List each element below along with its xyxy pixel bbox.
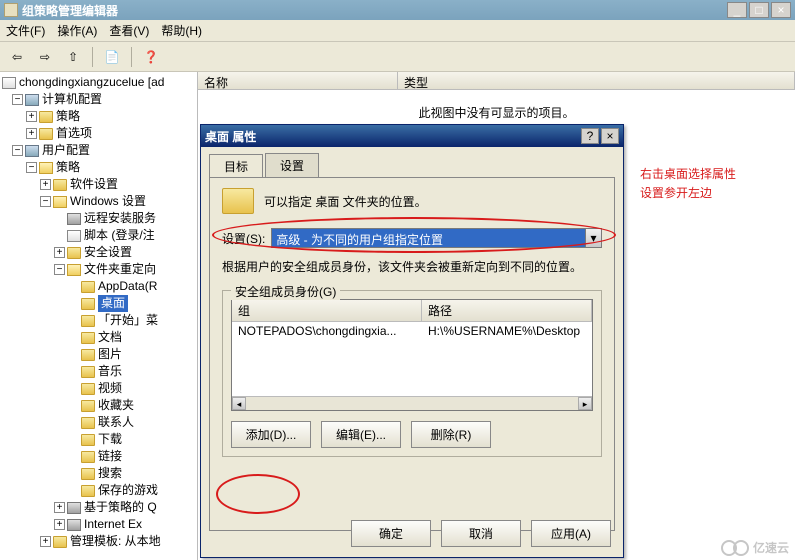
tree-folderredir[interactable]: −文件夹重定向	[2, 261, 197, 278]
properties-dialog: 桌面 属性 ? × 目标 设置 可以指定 桌面 文件夹的位置。 设置(S): 高…	[200, 124, 624, 558]
app-icon	[4, 3, 18, 17]
tree-searches[interactable]: 搜索	[2, 465, 197, 482]
row-group: NOTEPADOS\chongdingxia...	[238, 324, 428, 338]
tree-savedgames[interactable]: 保存的游戏	[2, 482, 197, 499]
close-button[interactable]: ×	[771, 2, 791, 18]
annotation-text: 右击桌面选择属性 设置参开左边	[640, 165, 736, 203]
dialog-tabs: 目标 设置	[201, 147, 623, 177]
col-group[interactable]: 组	[232, 300, 422, 321]
h-scrollbar[interactable]: ◂ ▸	[232, 396, 592, 410]
fieldset-legend: 安全组成员身份(G)	[231, 283, 340, 300]
setting-label: 设置(S):	[222, 230, 265, 247]
tree-policyqos[interactable]: +基于策略的 Q	[2, 499, 197, 516]
tab-target[interactable]: 目标	[209, 154, 263, 178]
tree-links[interactable]: 链接	[2, 448, 197, 465]
menu-view[interactable]: 查看(V)	[109, 22, 149, 39]
edit-button[interactable]: 编辑(E)...	[321, 421, 401, 448]
tree-root[interactable]: chongdingxiangzucelue [ad	[2, 74, 197, 91]
tree-music[interactable]: 音乐	[2, 363, 197, 380]
refresh-button[interactable]: 📄	[101, 46, 123, 68]
scroll-right-icon[interactable]: ▸	[578, 397, 592, 410]
col-name[interactable]: 名称	[198, 72, 398, 89]
tree-downloads[interactable]: 下载	[2, 431, 197, 448]
menu-help[interactable]: 帮助(H)	[161, 22, 202, 39]
tree-pane: chongdingxiangzucelue [ad −计算机配置 +策略 +首选…	[0, 72, 198, 560]
tree-remoteinst[interactable]: 远程安装服务	[2, 210, 197, 227]
apply-button[interactable]: 应用(A)	[531, 520, 611, 547]
tree-ie[interactable]: +Internet Ex	[2, 516, 197, 533]
menu-action[interactable]: 操作(A)	[57, 22, 97, 39]
tree-user-cfg[interactable]: −用户配置	[2, 142, 197, 159]
tree-windows[interactable]: −Windows 设置	[2, 193, 197, 210]
back-button[interactable]: ⇦	[6, 46, 28, 68]
setting-desc: 根据用户的安全组成员身份，该文件夹会被重新定向到不同的位置。	[222, 258, 602, 276]
tree-admin[interactable]: +管理模板: 从本地	[2, 533, 197, 550]
chevron-down-icon[interactable]: ▾	[585, 229, 601, 247]
row-path: H:\%USERNAME%\Desktop	[428, 324, 586, 338]
group-listview[interactable]: 组 路径 NOTEPADOS\chongdingxia... H:\%USERN…	[231, 299, 593, 411]
folder-icon	[222, 188, 254, 214]
tree-appdata[interactable]: AppData(R	[2, 278, 197, 295]
setting-selected: 高级 - 为不同的用户组指定位置	[272, 229, 585, 247]
main-titlebar: 组策略管理编辑器 _ □ ×	[0, 0, 795, 20]
tree-contacts[interactable]: 联系人	[2, 414, 197, 431]
remove-button[interactable]: 删除(R)	[411, 421, 491, 448]
tree-software[interactable]: +软件设置	[2, 176, 197, 193]
tab-page-target: 可以指定 桌面 文件夹的位置。 设置(S): 高级 - 为不同的用户组指定位置 …	[209, 177, 615, 531]
add-button[interactable]: 添加(D)...	[231, 421, 311, 448]
list-item[interactable]: NOTEPADOS\chongdingxia... H:\%USERNAME%\…	[232, 322, 592, 340]
tree-computer-cfg[interactable]: −计算机配置	[2, 91, 197, 108]
menu-bar: 文件(F) 操作(A) 查看(V) 帮助(H)	[0, 20, 795, 42]
dialog-header-text: 可以指定 桌面 文件夹的位置。	[264, 193, 427, 210]
tree-scripts[interactable]: 脚本 (登录/注	[2, 227, 197, 244]
dialog-help-button[interactable]: ?	[581, 128, 599, 144]
col-type[interactable]: 类型	[398, 72, 795, 89]
minimize-button[interactable]: _	[727, 2, 747, 18]
menu-file[interactable]: 文件(F)	[6, 22, 45, 39]
tree-pictures[interactable]: 图片	[2, 346, 197, 363]
dialog-titlebar[interactable]: 桌面 属性 ? ×	[201, 125, 623, 147]
tree-docs[interactable]: 文档	[2, 329, 197, 346]
list-header: 名称 类型	[198, 72, 795, 90]
dialog-close-button[interactable]: ×	[601, 128, 619, 144]
tree-favorites[interactable]: 收藏夹	[2, 397, 197, 414]
tree-videos[interactable]: 视频	[2, 380, 197, 397]
ok-button[interactable]: 确定	[351, 520, 431, 547]
toolbar: ⇦ ⇨ ⇧ 📄 ❓	[0, 42, 795, 72]
tree-policies-2[interactable]: −策略	[2, 159, 197, 176]
watermark: 亿速云	[721, 539, 789, 556]
scroll-left-icon[interactable]: ◂	[232, 397, 246, 410]
cancel-button[interactable]: 取消	[441, 520, 521, 547]
forward-button[interactable]: ⇨	[34, 46, 56, 68]
up-button[interactable]: ⇧	[62, 46, 84, 68]
tab-settings[interactable]: 设置	[265, 153, 319, 177]
setting-select[interactable]: 高级 - 为不同的用户组指定位置 ▾	[271, 228, 602, 248]
help-button[interactable]: ❓	[140, 46, 162, 68]
tree-desktop[interactable]: 桌面	[2, 295, 197, 312]
tree-policies-1[interactable]: +策略	[2, 108, 197, 125]
security-group-fieldset: 安全组成员身份(G) 组 路径 NOTEPADOS\chongdingxia..…	[222, 290, 602, 457]
tree-security[interactable]: +安全设置	[2, 244, 197, 261]
tree-startmenu[interactable]: 「开始」菜	[2, 312, 197, 329]
maximize-button[interactable]: □	[749, 2, 769, 18]
dialog-title: 桌面 属性	[205, 128, 579, 145]
col-path[interactable]: 路径	[422, 300, 592, 321]
window-title: 组策略管理编辑器	[22, 2, 725, 19]
tree-prefs-1[interactable]: +首选项	[2, 125, 197, 142]
